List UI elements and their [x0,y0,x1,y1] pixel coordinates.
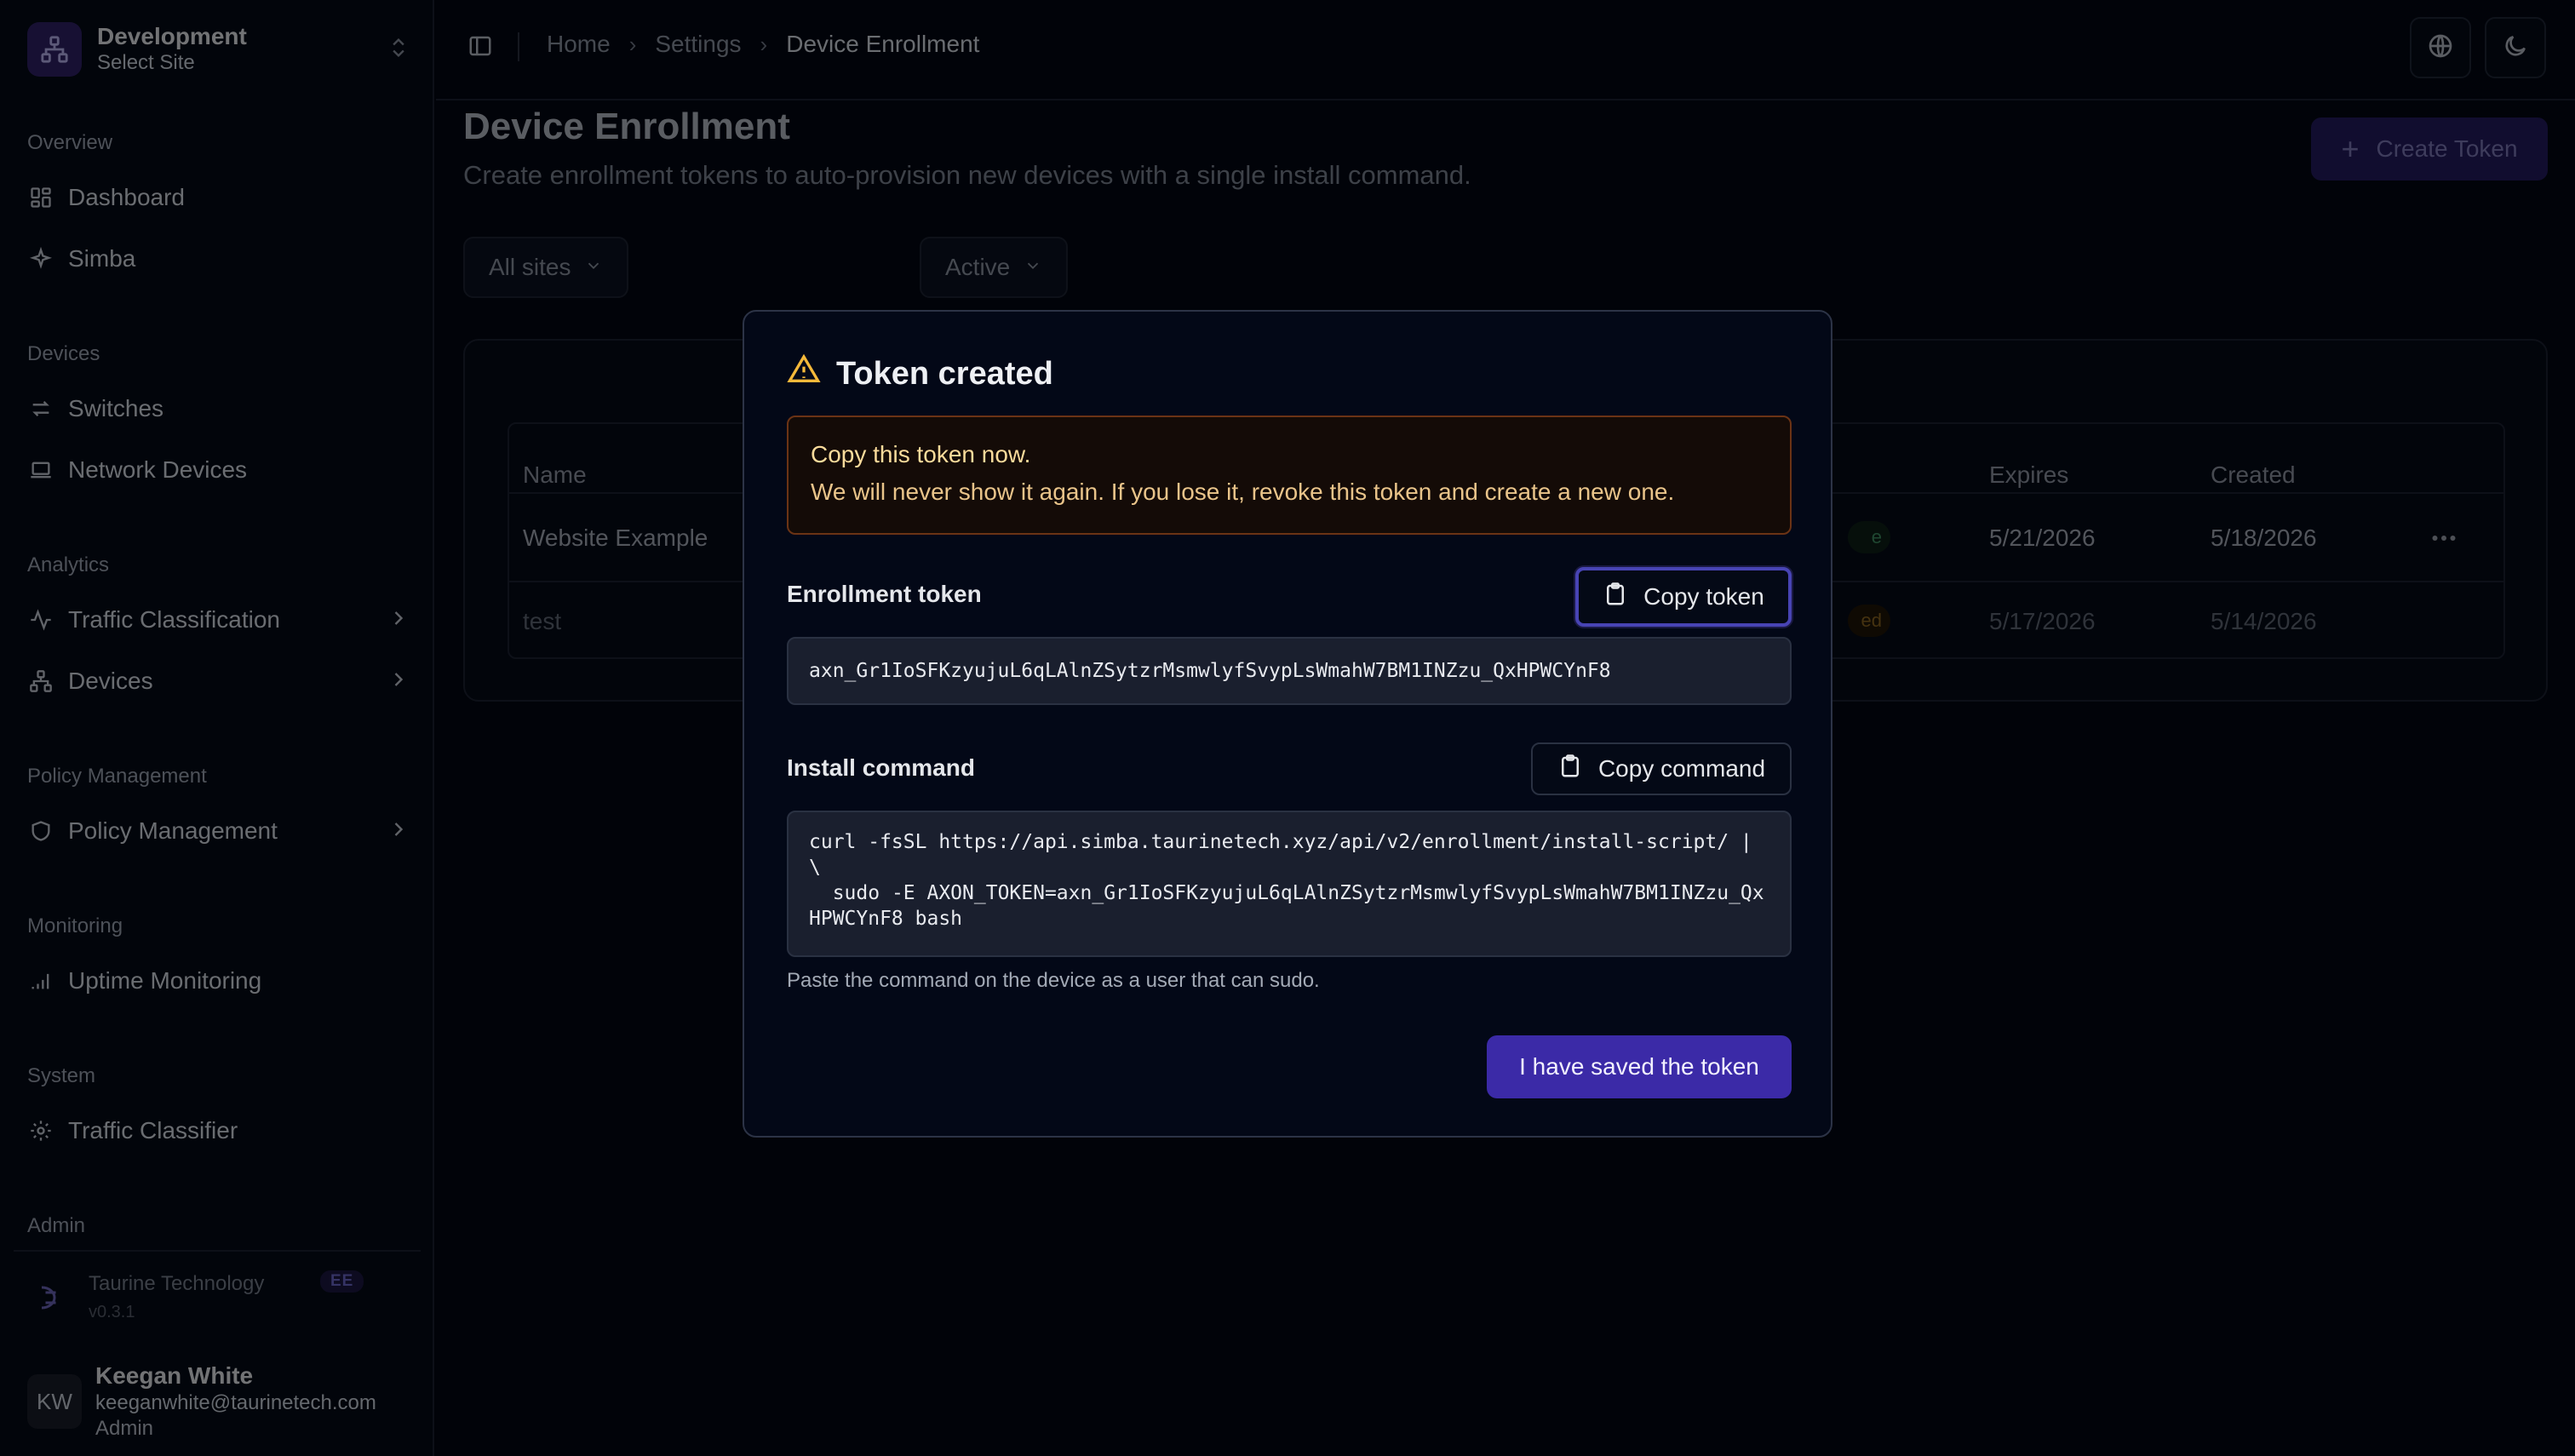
clipboard-icon [1603,582,1628,613]
install-command-label: Install command [787,754,975,781]
warning-icon [787,353,821,395]
dialog-title-text: Token created [836,355,1053,392]
alert-title: Copy this token now. [811,441,1031,467]
copy-token-label: Copy token [1643,583,1764,610]
copy-token-button[interactable]: Copy token [1575,567,1792,627]
enrollment-token-label: Enrollment token [787,581,982,607]
install-hint: Paste the command on the device as a use… [787,969,1320,992]
confirm-saved-button[interactable]: I have saved the token [1487,1035,1792,1098]
warning-alert: Copy this token now. We will never show … [787,416,1792,535]
enrollment-token-field[interactable]: axn_Gr1IoSFKzyujuL6qLAlnZSytzrMsmwlyfSvy… [787,637,1792,705]
install-command-field[interactable]: curl -fsSL https://api.simba.taurinetech… [787,811,1792,957]
clipboard-icon [1557,754,1583,785]
dialog-title: Token created [787,353,1053,395]
token-created-dialog: Token created Copy this token now. We wi… [743,310,1832,1138]
copy-command-label: Copy command [1597,755,1766,782]
copy-command-button[interactable]: Copy command [1531,742,1792,795]
alert-body: We will never show it again. If you lose… [811,479,1675,505]
